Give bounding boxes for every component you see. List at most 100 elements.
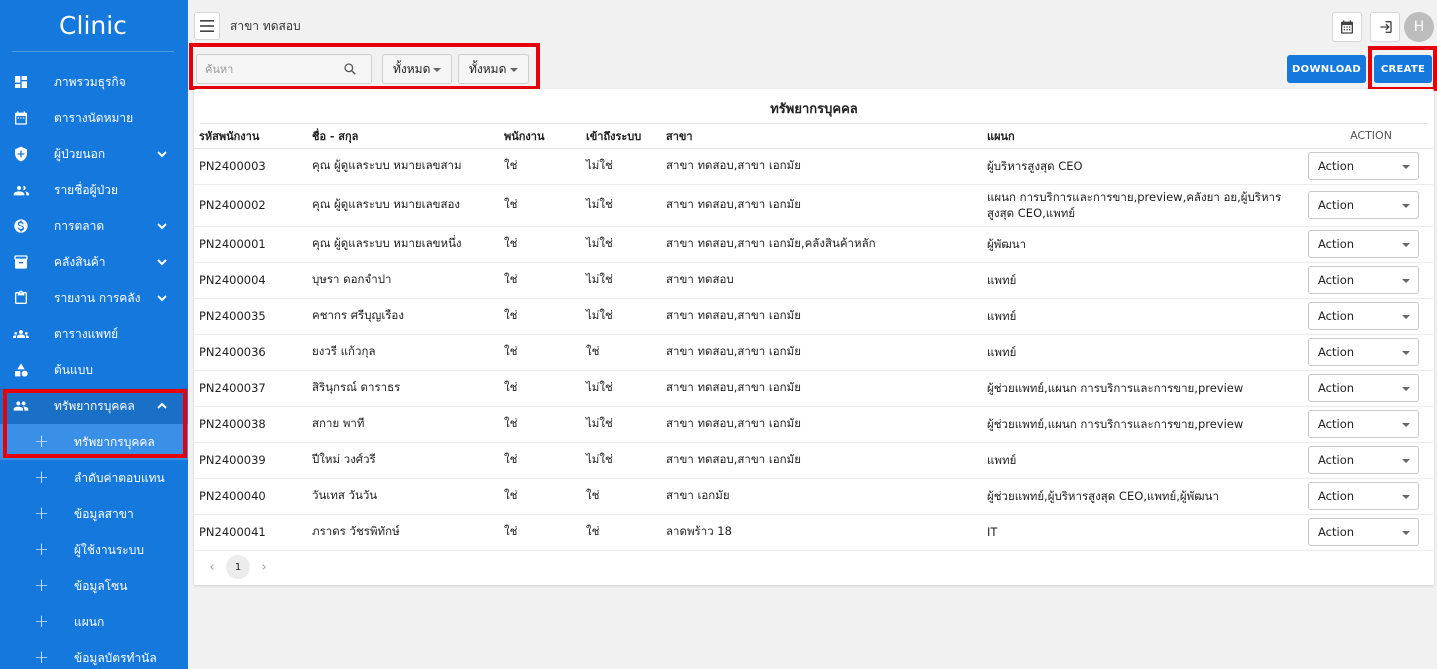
hr-card: ทรัพยากรบุคคล รหัสพนักงาน ชื่อ - สกุล พน… — [194, 89, 1434, 585]
cell-dept: แพทย์ — [987, 298, 1308, 335]
action-dropdown-label: Action — [1318, 159, 1355, 173]
cell-branch: สาขา ทดสอบ,สาขา เอกมัย — [666, 148, 987, 185]
sidebar-item-label: คลังสินค้า — [54, 254, 106, 269]
avatar[interactable]: H — [1404, 12, 1434, 42]
sidebar-item-5[interactable]: คลังสินค้า — [0, 244, 188, 280]
col-header-branch: สาขา — [666, 124, 987, 149]
cell-id: PN2400039 — [194, 442, 312, 479]
sidebar-item-2[interactable]: ผู้ป่วยนอก — [0, 136, 188, 172]
logout-button[interactable] — [1370, 12, 1400, 42]
chevron-down-icon — [156, 220, 168, 232]
sidebar-subitem-0[interactable]: + ทรัพยากรบุคคล — [0, 424, 188, 460]
calendar-button[interactable] — [1332, 12, 1362, 42]
cell-id: PN2400001 — [194, 226, 312, 263]
cell-branch: ลาดพร้าว 18 — [666, 514, 987, 551]
cell-action: Action — [1308, 478, 1434, 515]
sidebar-item-3[interactable]: รายชื่อผู้ป่วย — [0, 172, 188, 208]
download-button[interactable]: DOWNLOAD — [1287, 55, 1366, 83]
page-button-current[interactable]: 1 — [226, 555, 250, 579]
chevron-left-icon[interactable]: ‹ — [204, 560, 220, 575]
sidebar-item-6[interactable]: รายงาน การคลัง — [0, 280, 188, 316]
sidebar-item-label: ภาพรวมธุรกิจ — [54, 74, 126, 89]
sidebar-subitem-1[interactable]: + ลำดับค่าตอบแทน — [0, 460, 188, 496]
sidebar-item-label: ต้นแบบ — [54, 362, 93, 377]
cell-dept: ผู้ช่วยแพทย์,ผู้บริหารสูงสุด CEO,แพทย์,ผ… — [987, 478, 1308, 515]
cell-branch: สาขา ทดสอบ,สาขา เอกมัย — [666, 406, 987, 443]
plus-icon: + — [34, 467, 50, 488]
dollar-icon — [13, 218, 29, 234]
table-row: PN2400001 คุณ ผู้ดูแลระบบ หมายเลขหนึ่ง ใ… — [194, 226, 1434, 263]
create-button[interactable]: CREATE — [1374, 55, 1432, 83]
cell-action: Action — [1308, 298, 1434, 335]
sidebar-item-0[interactable]: ภาพรวมธุรกิจ — [0, 64, 188, 100]
sidebar-item-8[interactable]: ต้นแบบ — [0, 352, 188, 388]
shield-icon — [13, 146, 29, 162]
cell-staff: ใช่ — [504, 262, 586, 299]
sidebar-item-4[interactable]: การตลาด — [0, 208, 188, 244]
sidebar: Clinic ภาพรวมธุรกิจตารางนัดหมาย ผู้ป่วยนอ… — [0, 0, 188, 669]
action-dropdown[interactable]: Action — [1308, 482, 1419, 510]
sidebar-subitem-6[interactable]: + ข้อมูลบัตรทำนัล — [0, 640, 188, 669]
cell-name: คุณ ผู้ดูแลระบบ หมายเลขสอง — [312, 184, 504, 227]
hr-table: รหัสพนักงาน ชื่อ - สกุล พนักงาน เข้าถึงร… — [194, 124, 1434, 551]
table-row: PN2400040 วันเทส วันวัน ใช่ ใช่ สาขา เอก… — [194, 478, 1434, 515]
calendar-icon — [1341, 20, 1353, 34]
action-dropdown[interactable]: Action — [1308, 518, 1419, 546]
cell-id: PN2400037 — [194, 370, 312, 407]
sidebar-item-1[interactable]: ตารางนัดหมาย — [0, 100, 188, 136]
action-dropdown[interactable]: Action — [1308, 302, 1419, 330]
sidebar-item-7[interactable]: ตารางแพทย์ — [0, 316, 188, 352]
action-dropdown[interactable]: Action — [1308, 266, 1419, 294]
menu-toggle-button[interactable] — [194, 12, 220, 40]
cell-name: คชากร ศรีบุญเรือง — [312, 298, 504, 335]
sidebar-subitem-4[interactable]: + ข้อมูลโซน — [0, 568, 188, 604]
search-input[interactable] — [197, 55, 337, 83]
caret-down-icon — [510, 68, 518, 72]
plus-icon: + — [34, 503, 50, 524]
top-bar: สาขา ทดสอบ H — [188, 0, 1437, 44]
action-dropdown[interactable]: Action — [1308, 152, 1419, 180]
action-dropdown-label: Action — [1318, 273, 1355, 287]
action-dropdown[interactable]: Action — [1308, 410, 1419, 438]
caret-down-icon — [1402, 351, 1410, 355]
table-row: PN2400038 สกาย พาที ใช่ ไม่ใช่ สาขา ทดสอ… — [194, 406, 1434, 443]
cell-access: ไม่ใช่ — [586, 148, 666, 185]
sidebar-subitem-3[interactable]: + ผู้ใช้งานระบบ — [0, 532, 188, 568]
cell-id: PN2400003 — [194, 148, 312, 185]
app-logo: Clinic — [12, 0, 174, 52]
sidebar-subitem-2[interactable]: + ข้อมูลสาขา — [0, 496, 188, 532]
filter-select-2[interactable]: ทั้งหมด — [458, 54, 529, 84]
sidebar-subitem-5[interactable]: + แผนก — [0, 604, 188, 640]
cell-access: ใช่ — [586, 334, 666, 371]
cell-staff: ใช่ — [504, 148, 586, 185]
caret-down-icon — [1402, 165, 1410, 169]
sidebar-item-9[interactable]: ทรัพยากรบุคคล — [0, 388, 188, 424]
pagination: ‹ 1 › — [204, 555, 272, 579]
chevron-right-icon[interactable]: › — [256, 560, 272, 575]
action-dropdown[interactable]: Action — [1308, 374, 1419, 402]
col-header-dept: แผนก — [987, 124, 1308, 149]
search-icon[interactable] — [343, 62, 357, 76]
table-row: PN2400035 คชากร ศรีบุญเรือง ใช่ ไม่ใช่ ส… — [194, 298, 1434, 335]
calendar-icon — [13, 110, 29, 126]
cell-action: Action — [1308, 406, 1434, 443]
action-dropdown[interactable]: Action — [1308, 446, 1419, 474]
filter-select-1[interactable]: ทั้งหมด — [382, 54, 452, 84]
action-dropdown[interactable]: Action — [1308, 191, 1419, 219]
cell-branch: สาขา เอกมัย — [666, 478, 987, 515]
plus-icon: + — [34, 431, 50, 452]
action-dropdown[interactable]: Action — [1308, 230, 1419, 258]
cell-id: PN2400004 — [194, 262, 312, 299]
cell-access: ไม่ใช่ — [586, 298, 666, 335]
cell-staff: ใช่ — [504, 298, 586, 335]
cell-name: คุณ ผู้ดูแลระบบ หมายเลขหนึ่ง — [312, 226, 504, 263]
card-title: ทรัพยากรบุคคล — [770, 102, 858, 117]
action-dropdown[interactable]: Action — [1308, 338, 1419, 366]
people-icon — [13, 398, 29, 414]
cell-access: ไม่ใช่ — [586, 184, 666, 227]
clipboard-icon — [13, 290, 29, 306]
cell-dept: แผนก การบริการและการขาย,preview,คลังยา อ… — [987, 184, 1308, 227]
action-dropdown-label: Action — [1318, 381, 1355, 395]
cell-access: ใช่ — [586, 478, 666, 515]
caret-down-icon — [1402, 315, 1410, 319]
